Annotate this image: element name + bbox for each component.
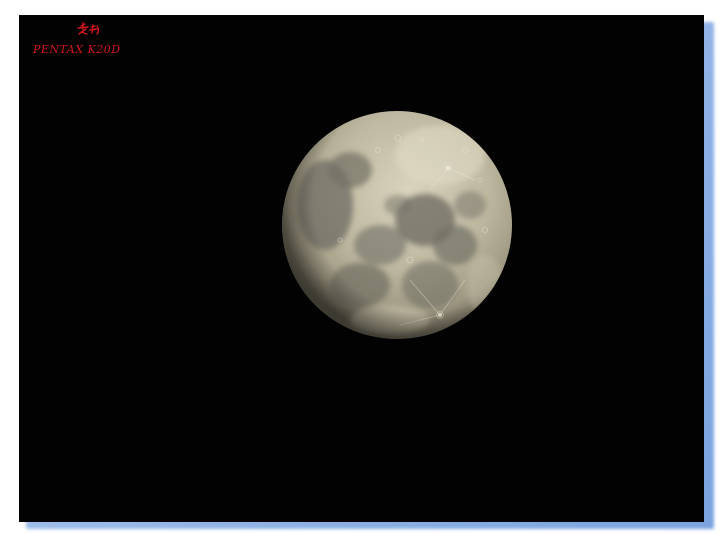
- watermark-camera-text: PENTAX K20D: [32, 43, 121, 56]
- page: PENTAX K20D: [0, 0, 720, 533]
- watermark-signature: PENTAX K20D: [32, 22, 121, 56]
- moon: [282, 111, 512, 339]
- night-sky-photo: PENTAX K20D: [19, 15, 704, 522]
